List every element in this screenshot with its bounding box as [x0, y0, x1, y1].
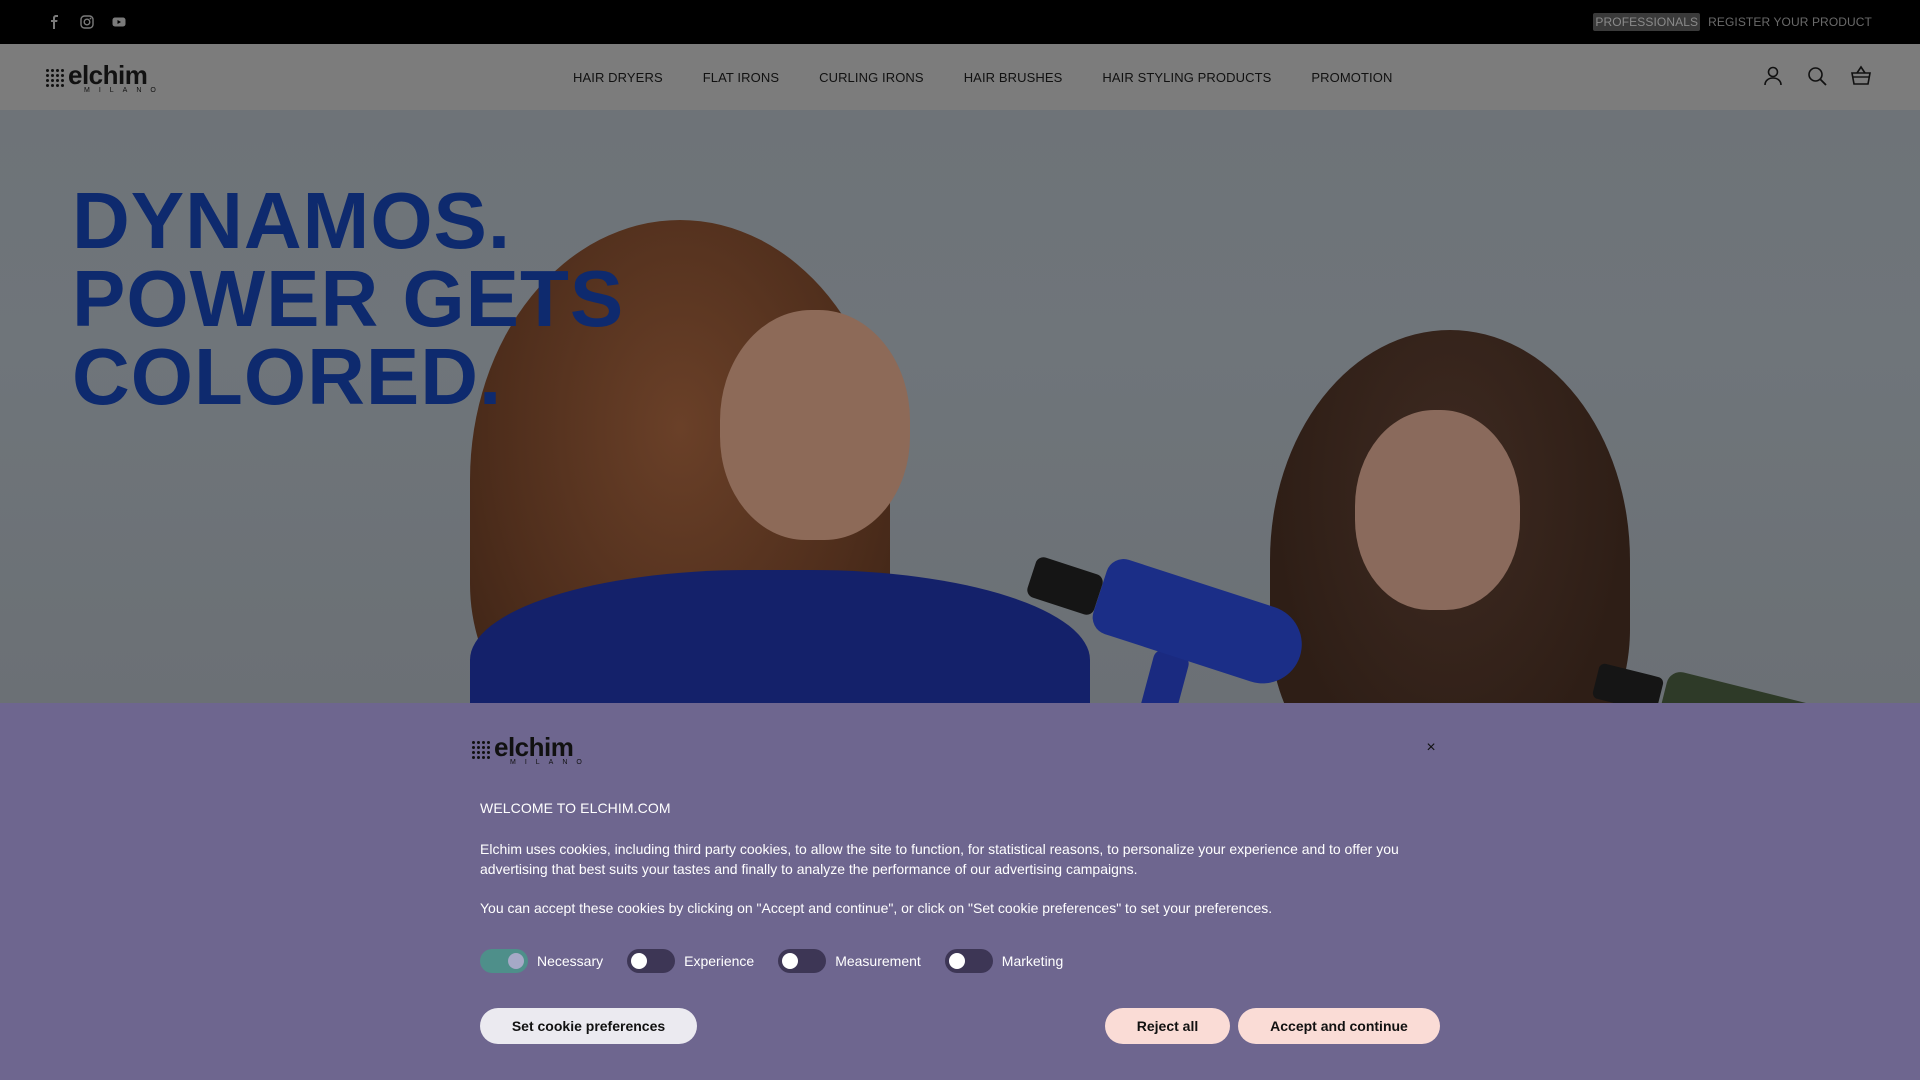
cookie-instructions: You can accept these cookies by clicking…	[480, 900, 1273, 916]
social-links	[48, 15, 126, 29]
main-nav: HAIR DRYERS FLAT IRONS CURLING IRONS HAI…	[573, 44, 1392, 110]
measurement-switch[interactable]	[778, 949, 827, 973]
hero-model-left-face	[720, 310, 910, 540]
toggle-label: Experience	[684, 953, 755, 969]
set-cookie-preferences-button[interactable]: Set cookie preferences	[480, 1008, 697, 1044]
cookie-logo: elchim MILANO	[472, 732, 591, 767]
logo-word: elchim	[494, 732, 574, 762]
close-icon[interactable]: ×	[1422, 739, 1440, 757]
search-icon[interactable]	[1806, 65, 1828, 87]
logo-sub: MILANO	[510, 759, 591, 766]
top-bar: PROFESSIONALS REGISTER YOUR PRODUCT	[0, 0, 1920, 44]
logo-text: elchim MILANO	[68, 60, 165, 95]
register-product-link[interactable]: REGISTER YOUR PRODUCT	[1708, 15, 1872, 29]
nav-promotion[interactable]: PROMOTION	[1311, 70, 1392, 85]
cookie-toggles: Necessary Experience Measurement Marketi…	[480, 949, 1087, 973]
top-links: PROFESSIONALS REGISTER YOUR PRODUCT	[1593, 13, 1872, 31]
marketing-switch[interactable]	[944, 949, 993, 973]
instagram-icon[interactable]	[80, 15, 94, 29]
accept-and-continue-button[interactable]: Accept and continue	[1238, 1008, 1440, 1044]
toggle-label: Measurement	[835, 953, 921, 969]
hero-headline-line: DYNAMOS.	[72, 176, 512, 265]
youtube-icon[interactable]	[112, 15, 126, 29]
logo-dots	[46, 69, 64, 87]
cookie-description: Elchim uses cookies, including third par…	[480, 841, 1399, 877]
nav-flat-irons[interactable]: FLAT IRONS	[703, 70, 779, 85]
toggle-necessary: Necessary	[480, 949, 603, 973]
logo[interactable]: elchim MILANO	[46, 60, 165, 95]
hero-headline: DYNAMOS. POWER GETS COLORED.	[72, 176, 625, 421]
logo-text: elchim MILANO	[494, 732, 591, 767]
cookie-banner: elchim MILANO × WELCOME TO ELCHIM.COM El…	[0, 703, 1920, 1080]
logo-sub: MILANO	[84, 87, 165, 94]
toggle-label: Necessary	[537, 953, 604, 969]
hero-headline-line: COLORED.	[72, 332, 503, 421]
cookie-content: elchim MILANO × WELCOME TO ELCHIM.COM El…	[472, 703, 1440, 1080]
reject-all-button[interactable]: Reject all	[1105, 1008, 1230, 1044]
nav-hair-brushes[interactable]: HAIR BRUSHES	[964, 70, 1063, 85]
cookie-title: WELCOME TO ELCHIM.COM	[480, 800, 671, 816]
hero-model-right-face	[1355, 410, 1520, 610]
experience-switch[interactable]	[627, 949, 676, 973]
hero-banner[interactable]: DYNAMOS. POWER GETS COLORED.	[0, 110, 1920, 703]
hero-headline-line: POWER GETS	[72, 254, 625, 343]
toggle-measurement: Measurement	[778, 949, 921, 973]
nav-hair-dryers[interactable]: HAIR DRYERS	[573, 70, 663, 85]
facebook-icon[interactable]	[48, 15, 62, 29]
toggle-experience: Experience	[627, 949, 754, 973]
green-dryer-nozzle	[1591, 662, 1665, 703]
nav-hair-styling-products[interactable]: HAIR STYLING PRODUCTS	[1102, 70, 1271, 85]
nav-curling-irons[interactable]: CURLING IRONS	[819, 70, 924, 85]
cart-icon[interactable]	[1850, 65, 1872, 87]
header-icons	[1762, 65, 1872, 87]
green-dryer	[1655, 669, 1845, 703]
professionals-link[interactable]: PROFESSIONALS	[1593, 13, 1701, 31]
toggle-marketing: Marketing	[944, 949, 1064, 973]
main-header: elchim MILANO HAIR DRYERS FLAT IRONS CUR…	[0, 44, 1920, 110]
logo-word: elchim	[68, 60, 148, 90]
account-icon[interactable]	[1762, 65, 1784, 87]
necessary-switch[interactable]	[480, 949, 528, 973]
toggle-label: Marketing	[1001, 953, 1064, 969]
logo-dots	[472, 741, 490, 759]
